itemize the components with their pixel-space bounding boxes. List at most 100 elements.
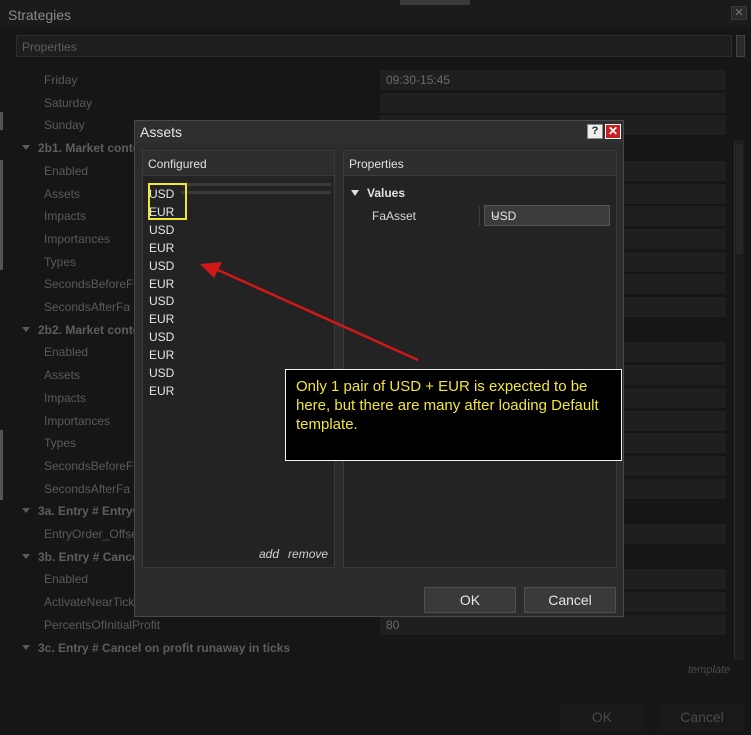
expand-triangle-icon[interactable] bbox=[22, 508, 30, 514]
list-item-label: EUR bbox=[149, 312, 175, 327]
list-item[interactable]: EUR bbox=[148, 239, 188, 257]
property-label: SecondsAfterFa bbox=[44, 481, 131, 496]
dialog-ok-button[interactable]: OK bbox=[424, 587, 516, 613]
configured-pane: Configured USD EUR USD EUR USD EUR USD EUR USD EU… bbox=[142, 150, 335, 568]
list-actions: add remove bbox=[259, 547, 337, 561]
configured-header: Configured bbox=[143, 151, 334, 176]
property-grid-scrollbar[interactable] bbox=[734, 140, 744, 660]
list-item[interactable]: USD bbox=[148, 364, 188, 382]
configured-header-label: Configured bbox=[148, 157, 207, 171]
values-category: Values bbox=[367, 186, 406, 200]
list-item-label: USD bbox=[149, 258, 175, 273]
list-item[interactable]: USD bbox=[148, 328, 188, 346]
property-value-field[interactable]: 09:30-15:45 bbox=[380, 70, 726, 90]
property-label: SecondsAfterFa bbox=[44, 300, 131, 314]
property-label: Enabled bbox=[44, 345, 89, 360]
list-item-label: EUR bbox=[149, 383, 175, 398]
list-item[interactable]: USD bbox=[148, 221, 188, 239]
ok-button[interactable]: OK bbox=[560, 703, 644, 731]
window-title-bar: Strategies ✕ bbox=[0, 0, 751, 28]
expand-triangle-icon[interactable] bbox=[22, 553, 30, 559]
property-label: 2b1. Market conte bbox=[38, 141, 140, 156]
property-label: 3c. Entry # Cancel on profit runaway in … bbox=[38, 640, 291, 655]
cancel-button[interactable]: Cancel bbox=[660, 703, 744, 731]
expand-triangle-icon[interactable] bbox=[22, 145, 30, 151]
fa-asset-label: FaAsset bbox=[372, 209, 417, 223]
fa-asset-select[interactable]: USD ⌄ bbox=[484, 205, 610, 226]
category-row[interactable]: 3c. Entry # Cancel on profit runaway in … bbox=[0, 637, 734, 659]
list-item[interactable]: EUR bbox=[148, 310, 188, 328]
annotation-callout: Only 1 pair of USD + EUR is expected to … bbox=[285, 369, 622, 461]
property-row[interactable]: Saturday bbox=[0, 92, 734, 114]
expand-triangle-icon[interactable] bbox=[22, 644, 30, 650]
list-item-label: USD bbox=[149, 294, 175, 309]
expand-triangle-icon[interactable] bbox=[22, 326, 30, 332]
property-label: 3b. Entry # Cancel bbox=[38, 549, 143, 564]
property-row[interactable]: PercentsOfInitialProfit 80 bbox=[0, 614, 734, 636]
template-link[interactable]: template bbox=[688, 664, 730, 676]
remove-link[interactable]: remove bbox=[288, 547, 328, 561]
property-label: Saturday bbox=[44, 95, 93, 110]
property-label: Importances bbox=[44, 231, 111, 246]
property-label: Friday bbox=[44, 73, 78, 87]
property-label: Importances bbox=[44, 413, 111, 428]
list-item[interactable]: EUR bbox=[148, 382, 188, 400]
list-item[interactable]: EUR bbox=[148, 346, 188, 364]
property-value: 80 bbox=[386, 617, 400, 632]
property-label: Enabled bbox=[44, 163, 89, 178]
property-label: 2b2. Market conte bbox=[38, 322, 140, 337]
highlight-box bbox=[148, 183, 187, 220]
property-label: 3a. Entry # EntryO bbox=[38, 504, 143, 519]
property-label: SecondsBeforeFa bbox=[44, 458, 141, 473]
property-label: SecondsBeforeFa bbox=[44, 277, 141, 292]
dialog-title-bar: Assets ? ✕ bbox=[135, 121, 623, 143]
list-item-label: EUR bbox=[149, 348, 175, 363]
property-label: Assets bbox=[44, 186, 81, 201]
properties-bar-scrollbar[interactable] bbox=[736, 35, 745, 57]
property-label: Impacts bbox=[44, 209, 87, 224]
property-label: ActivateNearTicks bbox=[44, 595, 141, 610]
selection-bar bbox=[181, 183, 331, 186]
property-row[interactable]: Friday 09:30-15:45 bbox=[0, 69, 734, 91]
list-item-label: USD bbox=[149, 366, 175, 380]
toolbar-strip bbox=[400, 0, 470, 5]
left-edge-marker bbox=[0, 430, 3, 500]
property-label: PercentsOfInitialProfit bbox=[44, 617, 161, 632]
selection-bar bbox=[181, 191, 331, 194]
property-value-field[interactable]: 80 bbox=[380, 614, 726, 635]
collapse-triangle-icon[interactable] bbox=[351, 190, 359, 196]
property-value: 09:30-15:45 bbox=[386, 73, 451, 87]
property-label: Enabled bbox=[44, 572, 89, 587]
dialog-title: Assets bbox=[140, 124, 183, 140]
property-value-field[interactable] bbox=[380, 92, 726, 113]
window-close-icon[interactable]: ✕ bbox=[731, 6, 747, 20]
help-icon[interactable]: ? bbox=[587, 124, 603, 139]
window-title: Strategies bbox=[8, 7, 72, 23]
list-item-label: EUR bbox=[149, 276, 175, 291]
column-divider bbox=[479, 206, 480, 226]
scrollbar-thumb[interactable] bbox=[736, 144, 743, 254]
properties-pane: Properties Values FaAsset USD ⌄ bbox=[343, 150, 617, 568]
left-edge-marker bbox=[0, 160, 3, 270]
property-label: Assets bbox=[44, 368, 81, 383]
property-label: EntryOrder_Offse bbox=[44, 527, 138, 541]
list-item-label: EUR bbox=[149, 240, 175, 255]
property-label: Sunday bbox=[44, 118, 85, 133]
chevron-down-icon: ⌄ bbox=[491, 209, 501, 221]
add-link[interactable]: add bbox=[259, 547, 279, 561]
left-edge-marker bbox=[0, 112, 3, 130]
property-label: Types bbox=[44, 254, 77, 269]
properties-header: Properties bbox=[344, 151, 616, 176]
properties-header-label: Properties bbox=[349, 157, 404, 171]
properties-bar-label: Properties bbox=[22, 40, 77, 54]
property-label: Types bbox=[44, 436, 77, 451]
list-item[interactable]: USD bbox=[148, 292, 188, 310]
properties-bar: Properties bbox=[16, 35, 732, 57]
dialog-cancel-button[interactable]: Cancel bbox=[524, 587, 616, 613]
list-item-label: USD bbox=[149, 330, 175, 345]
list-item[interactable]: EUR bbox=[148, 275, 188, 293]
list-item[interactable]: USD bbox=[148, 257, 188, 275]
property-label: Impacts bbox=[44, 390, 87, 405]
list-item-label: USD bbox=[149, 222, 175, 237]
close-icon[interactable]: ✕ bbox=[605, 124, 621, 139]
